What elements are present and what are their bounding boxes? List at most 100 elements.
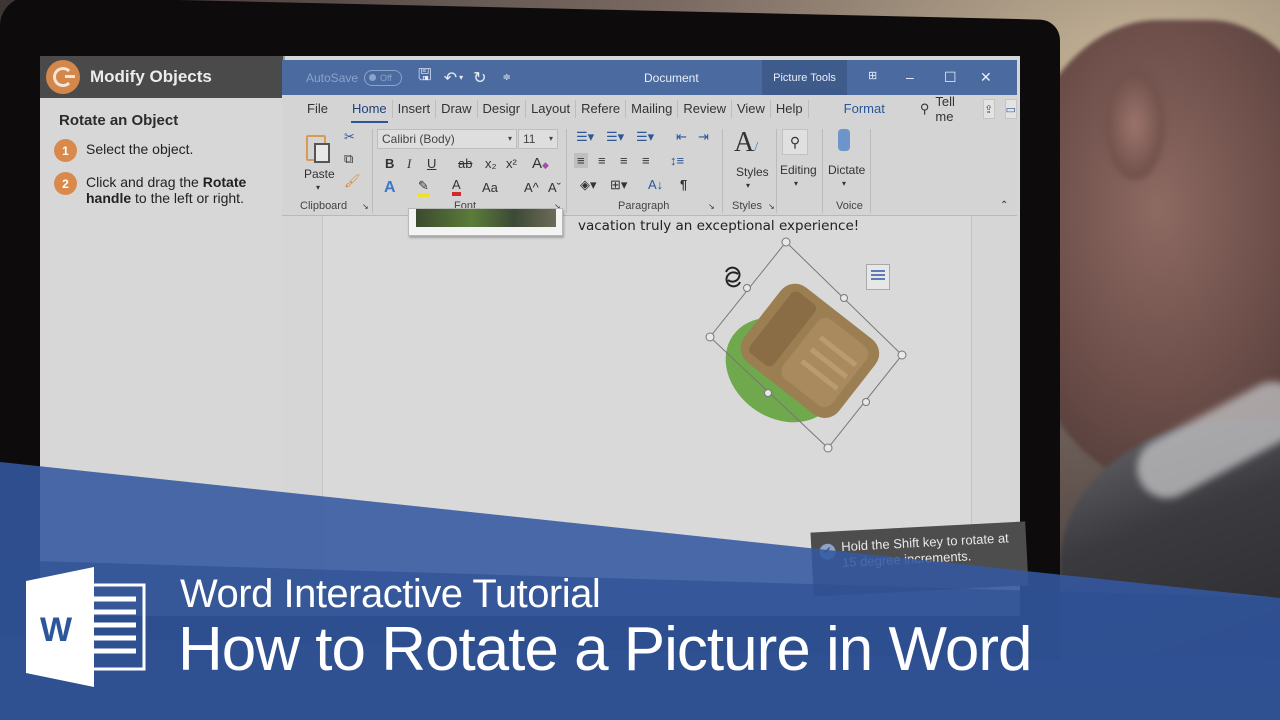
ribbon-tabs: File Home Insert Draw Desigr Layout Refe… — [282, 94, 1017, 124]
step-text: Click and drag the Rotate handle to the … — [86, 174, 247, 206]
superscript-button[interactable]: x² — [506, 156, 517, 171]
paragraph-group-label: Paragraph — [618, 200, 670, 212]
multilevel-list-icon[interactable]: ☰▾ — [636, 129, 654, 145]
share-button[interactable]: ⇪ — [982, 99, 995, 119]
tab-insert[interactable]: Insert — [393, 100, 437, 118]
styles-icon[interactable]: A/ — [734, 127, 758, 159]
italic-button[interactable]: I — [407, 156, 411, 172]
tip-tooltip: ✔ Hold the Shift key to rotate at 15 deg… — [810, 521, 1029, 597]
sizing-handle — [840, 294, 848, 302]
comments-button[interactable]: ▭ — [1004, 99, 1017, 119]
undo-icon[interactable]: ↶ — [444, 68, 457, 88]
bold-button[interactable]: B — [385, 156, 394, 171]
tab-format[interactable]: Format — [839, 100, 890, 118]
dictate-dropdown-icon[interactable]: ▾ — [842, 179, 846, 188]
paragraph-launcher-icon[interactable]: ↘ — [708, 202, 715, 211]
selected-picture[interactable] — [690, 230, 920, 460]
tab-help[interactable]: Help — [771, 100, 809, 118]
undo-dropdown-icon[interactable]: ▾ — [459, 73, 463, 82]
subscript-button[interactable]: x₂ — [485, 156, 497, 171]
tab-design[interactable]: Desigr — [478, 100, 527, 118]
numbering-icon[interactable]: ☰▾ — [606, 129, 624, 145]
underline-button[interactable]: U — [427, 156, 436, 171]
styles-dropdown-icon[interactable]: ▾ — [746, 181, 750, 190]
voice-group-label: Voice — [836, 200, 863, 212]
styles-launcher-icon[interactable]: ↘ — [768, 202, 775, 211]
increase-indent-icon[interactable]: ⇥ — [698, 129, 709, 145]
step-number: 2 — [54, 172, 77, 195]
font-color-icon[interactable]: A — [452, 178, 461, 196]
tab-file[interactable]: File — [302, 100, 333, 118]
bullets-icon[interactable]: ☰▾ — [576, 129, 594, 145]
sizing-handle — [897, 350, 907, 360]
picture-tools-label: Picture Tools — [762, 60, 847, 95]
step-text: Select the object. — [86, 141, 194, 157]
strikethrough-button[interactable]: ab — [458, 156, 472, 171]
font-name-dropdown[interactable]: Calibri (Body) ▾ — [377, 129, 517, 149]
ribbon: Paste ▾ ✂ ⧉ 🖌 Clipboard ↘ Calibri (Body)… — [282, 123, 1017, 216]
rotate-handle-icon — [725, 266, 741, 288]
sizing-handle — [705, 332, 715, 342]
customize-toolbar-icon[interactable]: ≑ — [503, 72, 511, 83]
clipboard-group-label: Clipboard — [300, 200, 348, 212]
tab-home[interactable]: Home — [347, 100, 393, 124]
close-button[interactable]: ✕ — [980, 69, 992, 86]
show-formatting-icon[interactable]: ¶ — [680, 177, 687, 192]
tab-draw[interactable]: Draw — [436, 100, 478, 118]
styles-button[interactable]: Styles — [736, 165, 769, 179]
tab-view[interactable]: View — [732, 100, 771, 118]
change-case-button[interactable]: Aa — [482, 180, 498, 195]
svg-text:W: W — [40, 611, 73, 649]
tab-layout[interactable]: Layout — [526, 100, 577, 118]
banner-title: How to Rotate a Picture in Word — [178, 615, 1032, 684]
line-spacing-icon[interactable]: ↕≡ — [670, 153, 684, 168]
tab-review[interactable]: Review — [678, 100, 732, 118]
collapse-ribbon-icon[interactable]: ⌃ — [1000, 200, 1008, 211]
format-painter-icon[interactable]: 🖌 — [344, 173, 361, 189]
align-right-icon[interactable]: ≡ — [620, 153, 628, 168]
find-icon[interactable]: ⚲ — [782, 129, 808, 155]
tell-me-search[interactable]: ⚲ Tell me — [920, 94, 955, 124]
dictate-button[interactable]: Dictate — [828, 163, 865, 177]
tab-references[interactable]: Refere — [576, 100, 627, 118]
shrink-font-button[interactable]: Aˇ — [548, 180, 561, 195]
autosave-label: AutoSave — [306, 70, 359, 85]
banner-subtitle: Word Interactive Tutorial — [180, 572, 601, 616]
text-effects-icon[interactable]: A — [384, 179, 396, 197]
copy-icon[interactable]: ⧉ — [344, 151, 353, 167]
tutorial-step-2: 2 Click and drag the Rotate handle to th… — [54, 172, 283, 206]
editing-button[interactable]: Editing — [780, 163, 817, 177]
clipboard-launcher-icon[interactable]: ↘ — [362, 202, 369, 211]
editing-dropdown-icon[interactable]: ▾ — [794, 179, 798, 188]
font-size-dropdown[interactable]: 11 ▾ — [518, 129, 558, 149]
document-photo[interactable] — [408, 208, 563, 236]
sizing-handle — [781, 237, 791, 247]
maximize-button[interactable]: ☐ — [944, 69, 957, 86]
grow-font-button[interactable]: A^ — [524, 180, 539, 195]
tab-mailings[interactable]: Mailing — [626, 100, 679, 118]
justify-icon[interactable]: ≡ — [642, 153, 650, 168]
align-center-icon[interactable]: ≡ — [598, 153, 606, 168]
ribbon-display-options-icon[interactable]: ⊞ — [868, 69, 877, 82]
save-icon[interactable]: 🖫 — [418, 64, 432, 91]
paste-icon[interactable] — [304, 131, 334, 163]
microphone-icon[interactable] — [838, 129, 850, 151]
shading-icon[interactable]: ◈▾ — [580, 177, 597, 193]
tutorial-subtitle: Rotate an Object — [59, 112, 179, 129]
title-bar: AutoSave Off 🖫 ↶ ▾ ↻ ≑ Document Picture … — [282, 60, 1017, 95]
highlight-color-icon[interactable]: ✎ — [418, 179, 429, 197]
autosave-toggle[interactable]: Off — [364, 69, 403, 86]
minimize-button[interactable]: – — [906, 69, 914, 85]
align-left-icon[interactable]: ≡ — [574, 153, 588, 168]
paste-button[interactable]: Paste — [304, 167, 335, 181]
borders-icon[interactable]: ⊞▾ — [610, 177, 627, 193]
tutorial-step-1: 1 Select the object. — [54, 139, 283, 162]
cut-icon[interactable]: ✂ — [344, 129, 355, 145]
sort-icon[interactable]: A↓ — [648, 177, 663, 192]
paste-dropdown-icon[interactable]: ▾ — [316, 183, 320, 192]
tutorial-title: Modify Objects — [90, 67, 212, 86]
clear-formatting-icon[interactable]: A◆ — [532, 155, 549, 172]
redo-icon[interactable]: ↻ — [473, 68, 486, 88]
person-ear — [1105, 70, 1165, 180]
decrease-indent-icon[interactable]: ⇤ — [676, 129, 687, 145]
